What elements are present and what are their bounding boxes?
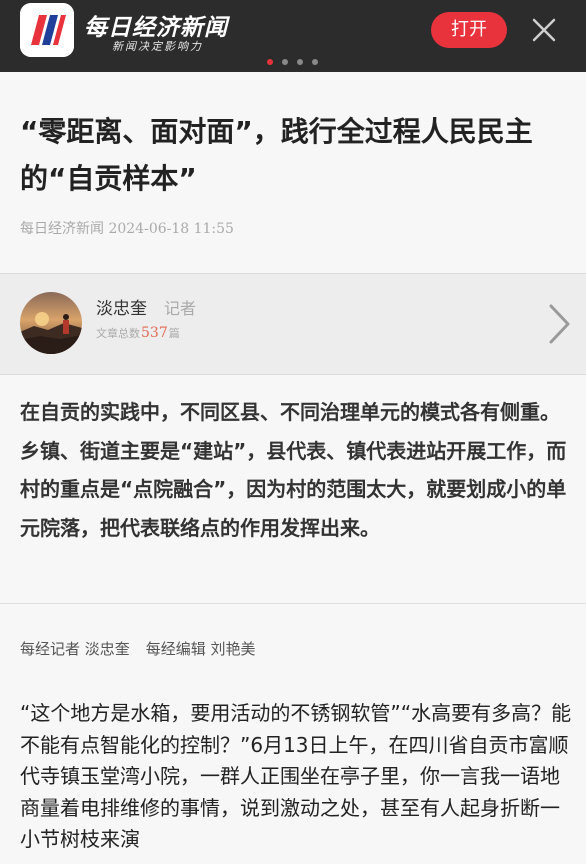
close-icon[interactable] <box>528 14 560 46</box>
app-logo[interactable] <box>20 3 74 57</box>
carousel-dot <box>267 59 273 65</box>
article-title: “零距离、面对面”，践行全过程人民民主的“自贡样本” <box>20 115 533 195</box>
carousel-dot <box>282 59 288 65</box>
article-count-suffix: 篇 <box>168 327 180 340</box>
app-banner: 每日经济新闻 新闻决定影响力 打开 <box>0 0 586 72</box>
article-datetime: 2024-06-18 11:55 <box>108 221 234 237</box>
divider <box>0 603 586 604</box>
byline: 每经记者 淡忠奎 每经编辑 刘艳美 <box>20 638 256 659</box>
article-count: 文章总数537篇 <box>96 325 180 341</box>
author-avatar[interactable] <box>20 292 82 354</box>
open-app-button[interactable]: 打开 <box>431 12 507 48</box>
byline-reporter: 每经记者 淡忠奎 <box>20 640 130 658</box>
article-count-value: 537 <box>141 325 168 341</box>
carousel-dot <box>312 59 318 65</box>
brand-slogan: 新闻决定影响力 <box>112 40 203 53</box>
article-count-label: 文章总数 <box>96 327 140 340</box>
article-meta: 每日经济新闻 2024-06-18 11:55 <box>20 218 234 238</box>
carousel-dot <box>297 59 303 65</box>
author-card[interactable]: 淡忠奎 记者 文章总数537篇 <box>0 273 586 375</box>
author-role: 记者 <box>164 299 197 318</box>
chevron-right-icon[interactable] <box>544 300 574 348</box>
author-name[interactable]: 淡忠奎 <box>96 294 147 319</box>
article-body: “这个地方是水箱，要用活动的不锈钢软管”“水高要有多高？能不能有点智能化的控制？… <box>20 701 572 851</box>
article-source: 每日经济新闻 <box>20 221 104 237</box>
carousel-indicator <box>267 59 318 65</box>
article-summary: 在自贡的实践中，不同区县、不同治理单元的模式各有侧重。乡镇、街道主要是“建站”，… <box>20 400 567 540</box>
brand-name: 每日经济新闻 <box>84 14 228 41</box>
byline-editor: 每经编辑 刘艳美 <box>145 640 256 658</box>
